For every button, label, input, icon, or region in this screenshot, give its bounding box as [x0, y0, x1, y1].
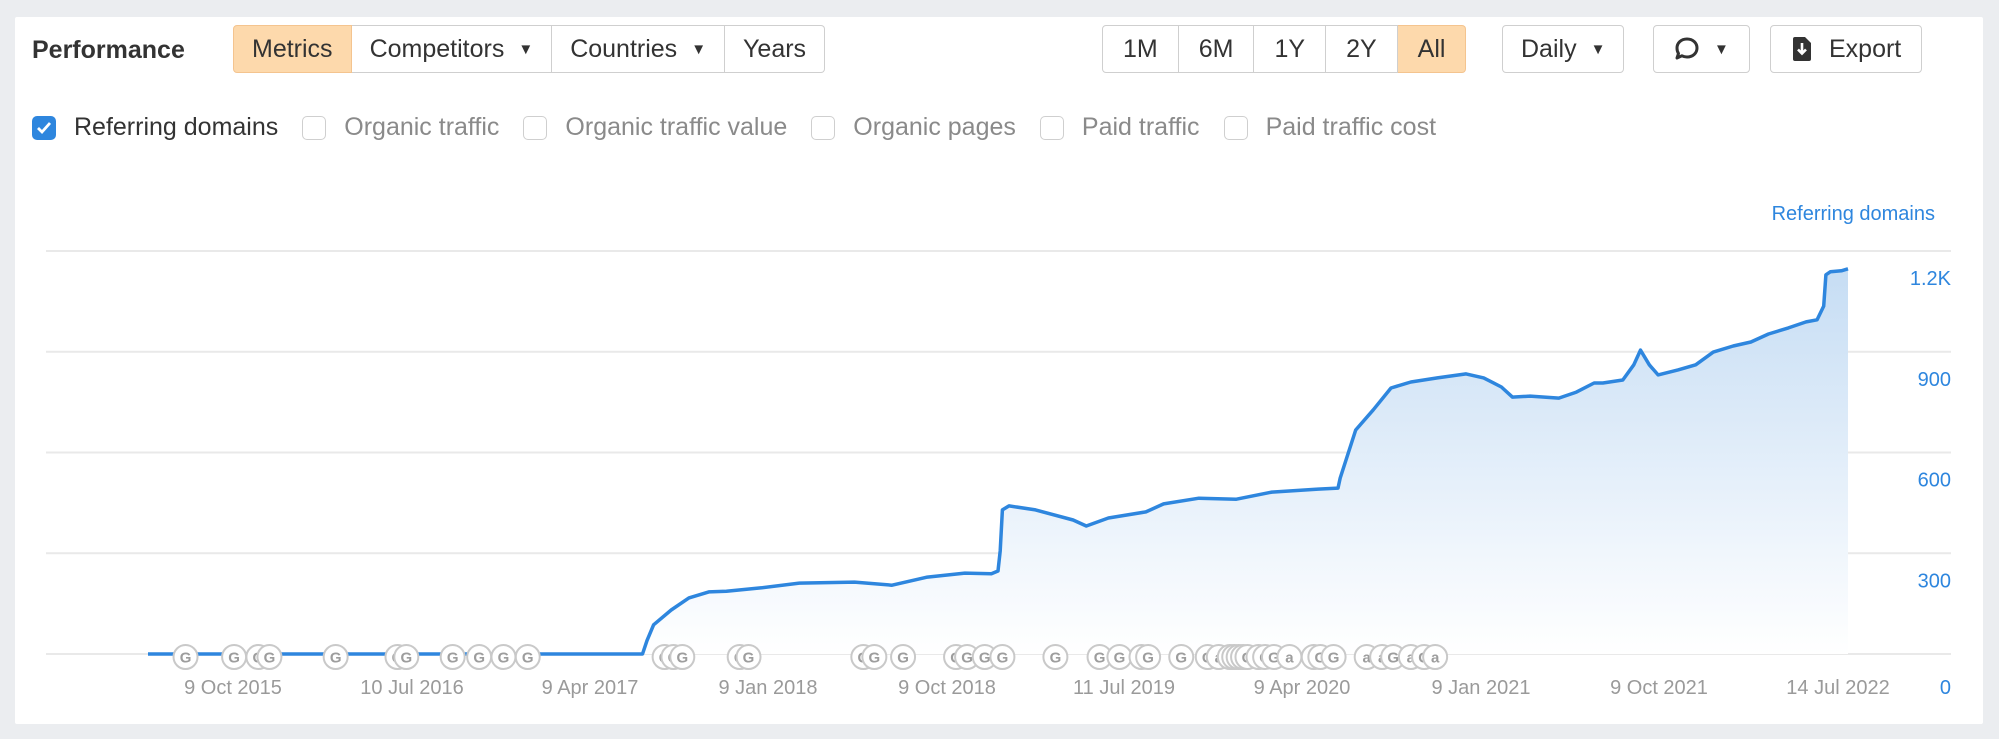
series-area [642, 268, 1848, 654]
google-update-icon: G [1094, 650, 1106, 667]
x-tick-label: 9 Oct 2015 [184, 677, 282, 699]
y-tick-label: 1.2K [1910, 268, 1952, 290]
google-update-icon: G [498, 650, 510, 667]
google-update-icon: G [228, 650, 240, 667]
x-tick-label: 9 Jan 2018 [719, 677, 818, 699]
x-tick-label: 9 Oct 2021 [1610, 677, 1708, 699]
x-tick-label: 10 Jul 2016 [360, 677, 463, 699]
google-update-icon: G [979, 650, 991, 667]
event-marker[interactable]: G [393, 644, 420, 670]
google-update-icon: G [743, 650, 755, 667]
event-marker[interactable]: G [1135, 644, 1162, 670]
google-update-icon: G [869, 650, 881, 667]
event-marker[interactable]: G [221, 644, 248, 670]
annotation-icon: a [1285, 650, 1294, 667]
google-update-icon: G [1050, 650, 1062, 667]
google-update-icon: G [676, 650, 688, 667]
event-marker[interactable]: G [490, 644, 517, 670]
y-tick-label: 600 [1918, 470, 1951, 492]
event-marker[interactable]: G [1106, 644, 1133, 670]
event-marker[interactable]: G [989, 644, 1016, 670]
y-tick-label: 0 [1940, 677, 1951, 699]
y-axis-labels: 1.2K 900 600 300 0 [1910, 268, 1952, 699]
event-marker[interactable]: G [735, 644, 762, 670]
referring-domains-chart[interactable]: 1.2K9006003000 GGGGGGGGGGGGGGGGGGGGGGGGG… [0, 0, 1999, 739]
x-tick-label: 9 Jan 2021 [1432, 677, 1531, 699]
google-update-icon: G [1114, 650, 1126, 667]
google-update-icon: G [1142, 650, 1154, 667]
google-update-icon: G [1387, 650, 1399, 667]
google-update-icon: G [447, 650, 459, 667]
google-update-icon: G [1175, 650, 1187, 667]
event-marker[interactable]: G [890, 644, 917, 670]
x-tick-label: 9 Apr 2017 [542, 677, 639, 699]
event-marker[interactable]: G [1320, 644, 1347, 670]
event-marker[interactable]: G [1168, 644, 1195, 670]
google-update-icon: G [264, 650, 276, 667]
google-update-icon: G [180, 650, 192, 667]
x-tick-label: 14 Jul 2022 [1786, 677, 1889, 699]
google-update-icon: G [1328, 650, 1340, 667]
y-tick-label: 300 [1918, 570, 1951, 592]
event-marker[interactable]: G [172, 644, 199, 670]
x-tick-label: 11 Jul 2019 [1073, 677, 1175, 699]
google-update-icon: G [997, 650, 1009, 667]
event-marker[interactable]: a [1422, 644, 1449, 670]
event-marker[interactable]: G [669, 644, 696, 670]
google-update-icon: G [961, 650, 973, 667]
event-marker[interactable]: G [514, 644, 541, 670]
event-marker[interactable]: G [861, 644, 888, 670]
event-marker[interactable]: G [256, 644, 283, 670]
event-marker[interactable]: G [439, 644, 466, 670]
google-update-icon: G [400, 650, 412, 667]
google-update-icon: G [330, 650, 342, 667]
annotation-icon: a [1431, 650, 1440, 667]
google-update-icon: G [522, 650, 534, 667]
event-marker[interactable]: a [1276, 644, 1303, 670]
x-tick-label: 9 Apr 2020 [1254, 677, 1351, 699]
y-tick-label: 900 [1918, 369, 1951, 391]
x-axis-labels: 9 Oct 2015 10 Jul 2016 9 Apr 2017 9 Jan 201… [184, 677, 1890, 699]
event-marker[interactable]: G [322, 644, 349, 670]
event-marker[interactable]: G [1042, 644, 1069, 670]
event-marker[interactable]: G [466, 644, 493, 670]
google-update-icon: G [473, 650, 485, 667]
google-update-icon: G [897, 650, 909, 667]
x-tick-label: 9 Oct 2018 [898, 677, 996, 699]
